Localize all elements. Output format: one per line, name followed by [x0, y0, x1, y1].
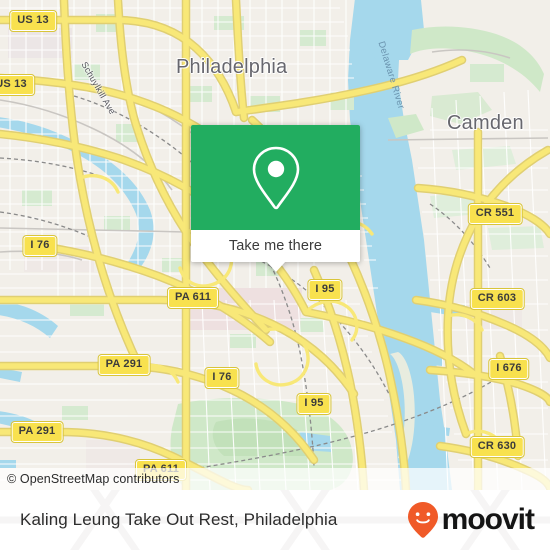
map-shield-i-76-2[interactable]: I 76	[204, 367, 240, 389]
map-shield-us-13[interactable]: US 13	[9, 10, 57, 32]
map-shield-cr-603[interactable]: CR 603	[469, 288, 525, 310]
map-shield-i-95[interactable]: I 95	[307, 279, 343, 301]
map-shield-pa-291[interactable]: PA 291	[97, 354, 151, 376]
map-shield-i-95-2[interactable]: I 95	[296, 393, 332, 415]
take-me-there-label: Take me there	[228, 238, 323, 254]
map-shield-cr-551[interactable]: CR 551	[467, 203, 523, 225]
map-shield-cr-630[interactable]: CR 630	[469, 436, 525, 458]
map-attribution[interactable]: © OpenStreetMap contributors	[0, 468, 550, 490]
popup-tail-pointer	[265, 261, 286, 272]
location-popup-card[interactable]: Take me there	[191, 125, 360, 272]
popup-body: Take me there	[191, 125, 360, 262]
footer-content: Kaling Leung Take Out Rest, Philadelphia…	[0, 490, 550, 550]
map-shield-i-76[interactable]: I 76	[22, 235, 58, 257]
map-shield-us-13-2[interactable]: US 13	[0, 74, 35, 96]
popup-image-panel	[191, 125, 360, 230]
map-canvas[interactable]: Philadelphia Camden Delaware River Schuy…	[0, 0, 550, 490]
place-title: Kaling Leung Take Out Rest, Philadelphia	[20, 510, 338, 529]
map-shield-pa-611[interactable]: PA 611	[166, 287, 220, 309]
map-attribution-text: © OpenStreetMap contributors	[7, 472, 180, 486]
map-shield-pa-291-2[interactable]: PA 291	[10, 421, 64, 443]
footer-bar: Kaling Leung Take Out Rest, Philadelphia…	[0, 490, 550, 550]
map-shield-i-676[interactable]: I 676	[488, 358, 530, 380]
map-screenshot: Philadelphia Camden Delaware River Schuy…	[0, 0, 550, 550]
moovit-pin-smile-icon	[407, 502, 438, 538]
moovit-wordmark: moovit	[441, 503, 535, 536]
map-pin-icon	[252, 146, 299, 209]
moovit-logo[interactable]: moovit	[407, 501, 535, 539]
take-me-there-button[interactable]: Take me there	[191, 230, 360, 262]
